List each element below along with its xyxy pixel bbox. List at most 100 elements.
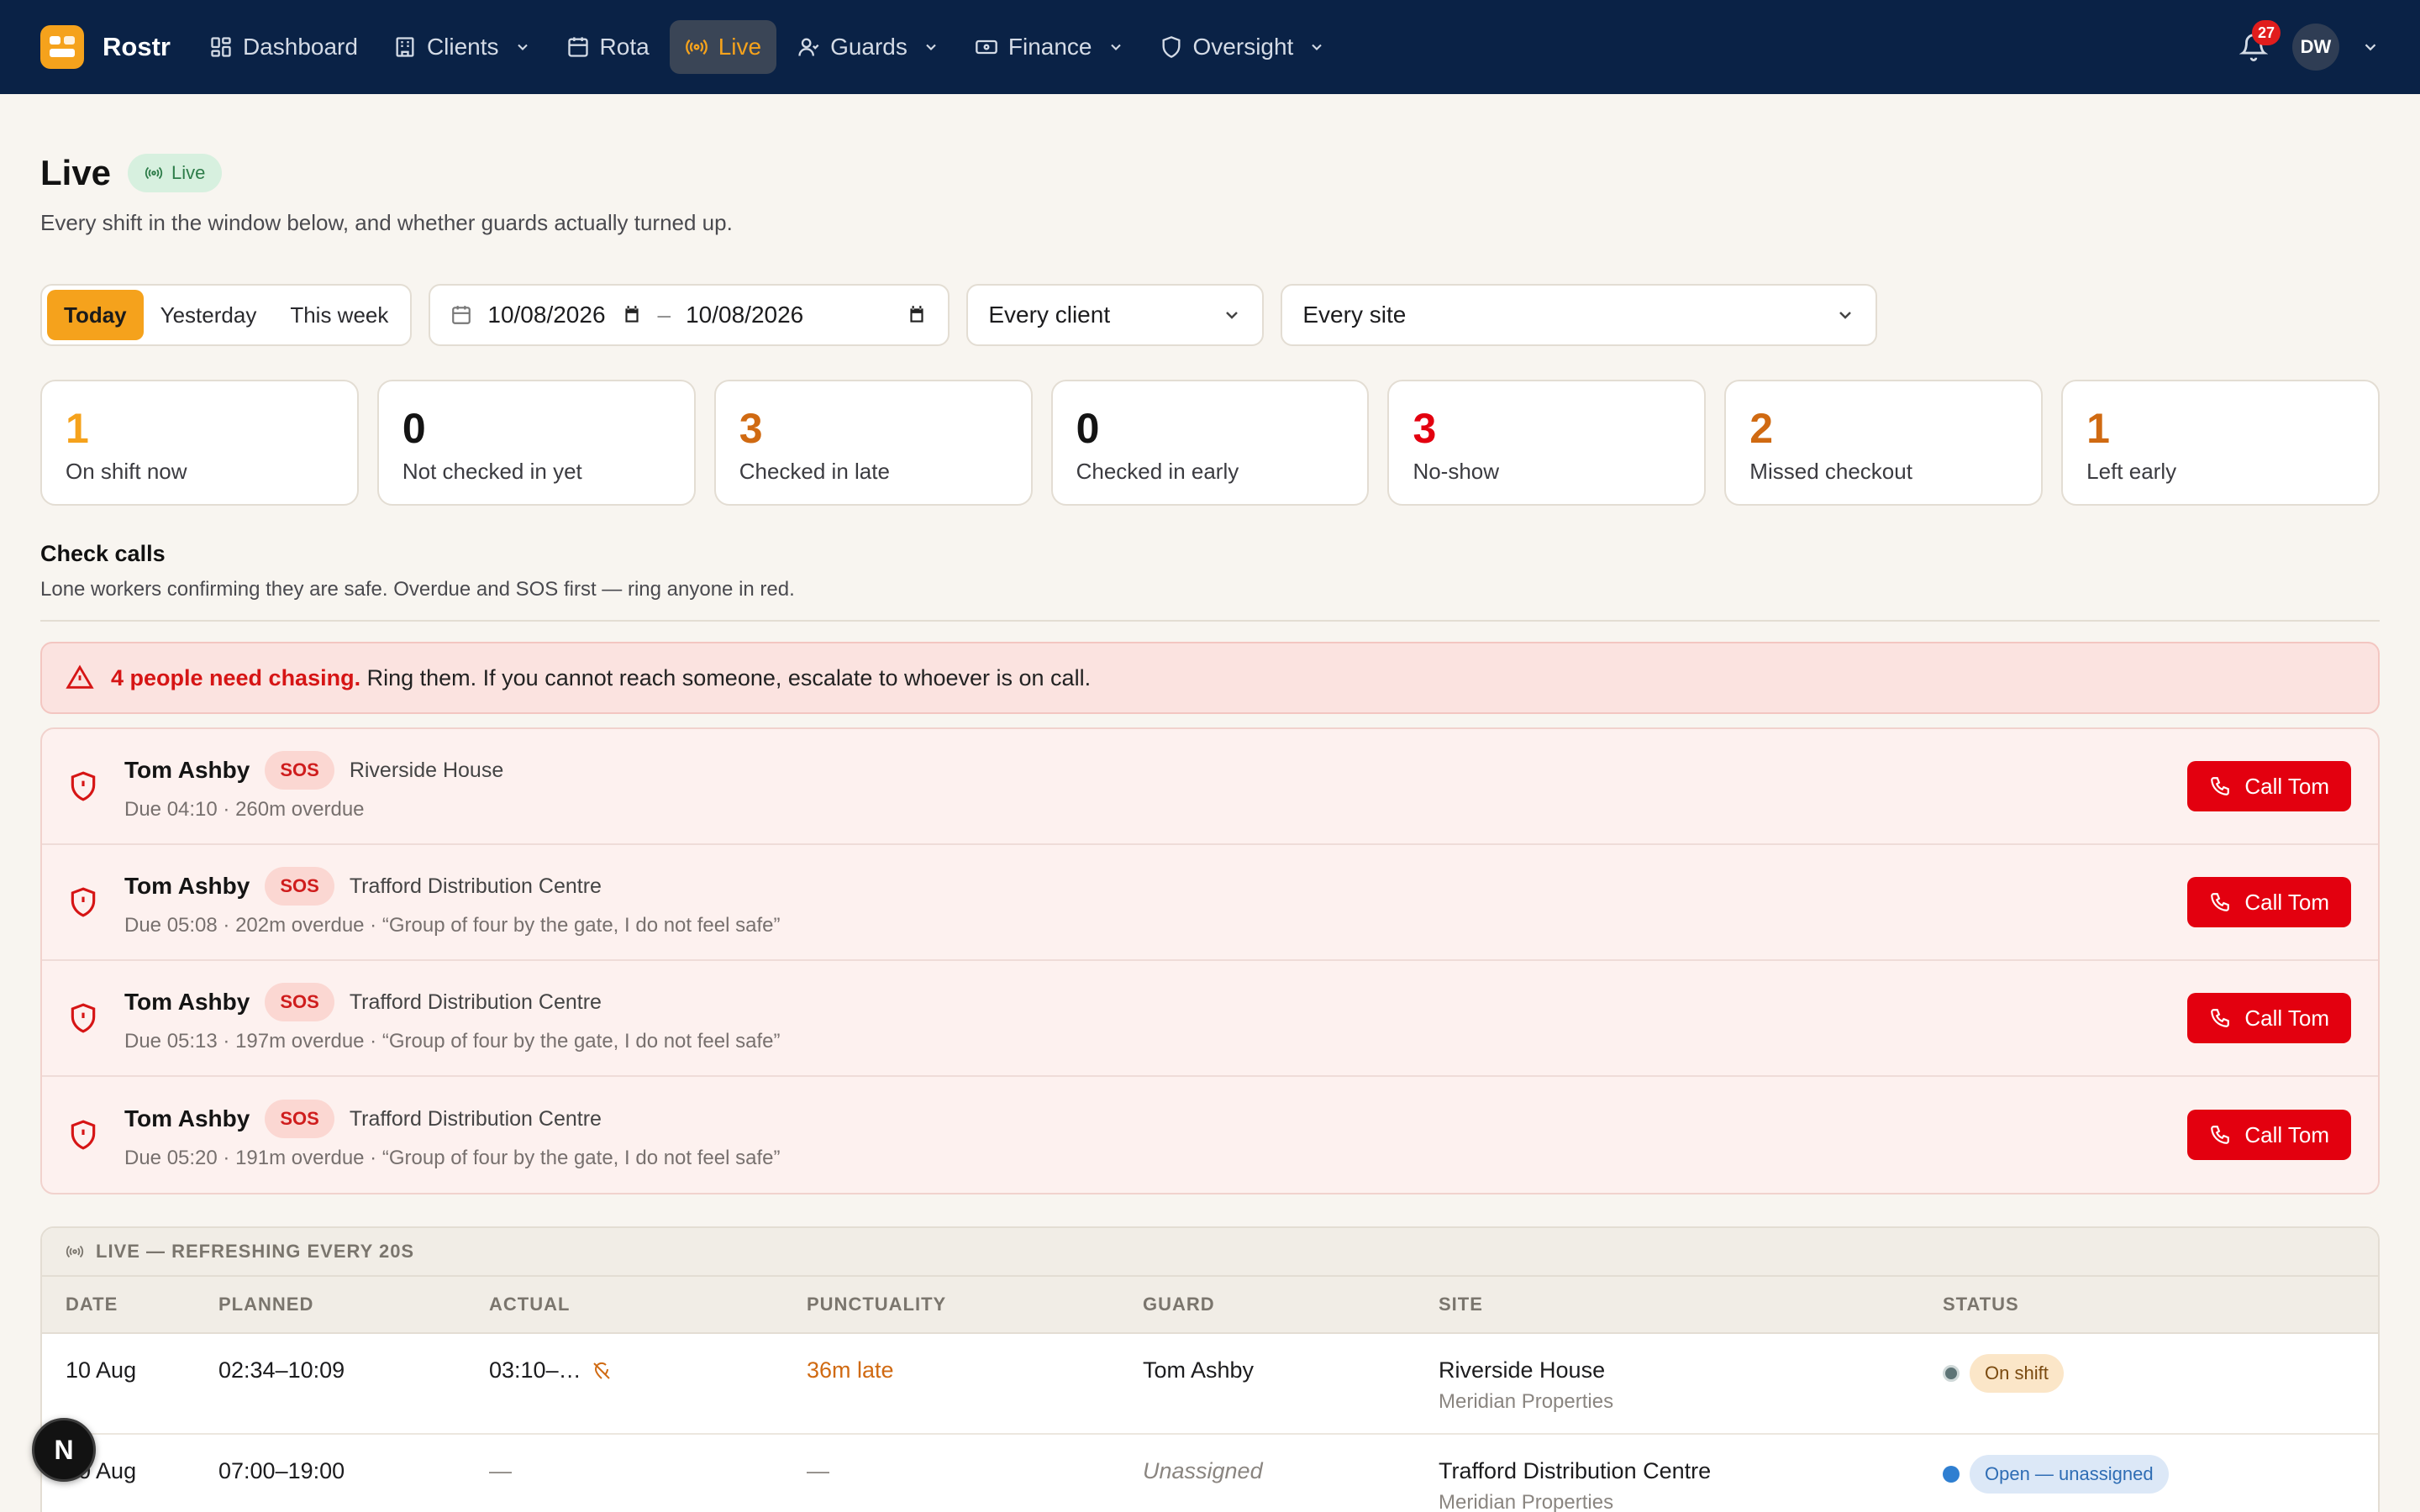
notification-count-badge: 27	[2252, 20, 2281, 45]
table-row[interactable]: 10 Aug 02:34–10:09 03:10–… 36m late Tom …	[42, 1334, 2378, 1435]
status-dot	[1943, 1365, 1960, 1382]
alert-body-text: Ring them. If you cannot reach someone, …	[360, 664, 1092, 690]
warning-icon	[66, 664, 94, 689]
stat-value: 1	[66, 405, 89, 452]
cell-guard: Tom Ashby	[1143, 1357, 1255, 1383]
stats-row: 1 On shift now 0 Not checked in yet 3 Check…	[40, 380, 2381, 506]
stat-card-checked-in-late[interactable]: 3 Checked in late	[713, 380, 1033, 506]
sos-row-header: Tom Ashby SOS Trafford Distribution Cent…	[124, 1100, 2187, 1138]
site-name: Riverside House	[349, 758, 504, 782]
stat-card-on-shift[interactable]: 1 On shift now	[40, 380, 359, 506]
stat-card-no-show[interactable]: 3 No-show	[1387, 380, 1707, 506]
dev-tools-button[interactable]: N	[32, 1418, 96, 1482]
call-guard-button[interactable]: Call Tom	[2187, 993, 2351, 1043]
calendar-picker-icon[interactable]	[906, 304, 928, 326]
guard-name: Tom Ashby	[124, 1105, 250, 1131]
cell-punctuality: —	[807, 1458, 829, 1483]
nav-item-oversight[interactable]: Oversight	[1144, 20, 1341, 74]
column-header-guard[interactable]: GUARD	[1143, 1294, 1439, 1315]
call-guard-button[interactable]: Call Tom	[2187, 761, 2351, 811]
sos-row-header: Tom Ashby SOS Trafford Distribution Cent…	[124, 867, 2187, 906]
chevron-down-icon	[517, 44, 528, 50]
table-header-row: DATE PLANNED ACTUAL PUNCTUALITY GUARD SI…	[42, 1277, 2378, 1334]
calendar-picker-icon[interactable]	[621, 304, 643, 326]
nav-item-dashboard[interactable]: Dashboard	[194, 20, 373, 74]
site-select[interactable]: Every site	[1281, 284, 1878, 346]
nav-item-rota[interactable]: Rota	[551, 20, 665, 74]
chevron-down-icon	[1839, 312, 1852, 319]
stat-label: Not checked in yet	[402, 459, 582, 484]
guard-name: Tom Ashby	[124, 989, 250, 1015]
building-icon	[396, 37, 414, 57]
cell-site: Riverside House Meridian Properties	[1439, 1357, 1943, 1414]
top-navbar: Rostr Dashboard Clients Rota Live Guards…	[0, 0, 2420, 94]
nav-item-live[interactable]: Live	[669, 20, 777, 74]
date-from-input[interactable]: 10/08/2026	[487, 302, 605, 328]
chevron-down-icon[interactable]	[2361, 38, 2380, 56]
cell-actual: —	[489, 1458, 512, 1483]
cell-site: Trafford Distribution Centre Meridian Pr…	[1439, 1458, 1943, 1512]
stat-value: 3	[739, 405, 763, 452]
date-to-input[interactable]: 10/08/2026	[686, 302, 803, 328]
sos-detail: Due 05:13 · 197m overdue · “Group of fou…	[124, 1030, 781, 1053]
stat-card-left-early[interactable]: 1 Left early	[2061, 380, 2381, 506]
shield-alert-icon	[71, 1120, 96, 1150]
client-name: Meridian Properties	[1439, 1491, 1614, 1512]
guard-name: Tom Ashby	[124, 757, 250, 783]
call-guard-button[interactable]: Call Tom	[2187, 877, 2351, 927]
nav-item-clients[interactable]: Clients	[378, 20, 546, 74]
column-header-punctuality[interactable]: PUNCTUALITY	[807, 1294, 1143, 1315]
column-header-actual[interactable]: ACTUAL	[489, 1294, 807, 1315]
column-header-date[interactable]: DATE	[42, 1294, 218, 1315]
sos-row-header: Tom Ashby SOS Riverside House	[124, 751, 2187, 790]
status-dot	[1943, 1466, 1960, 1483]
client-select[interactable]: Every client	[966, 284, 1265, 346]
cell-punctuality: 36m late	[807, 1357, 894, 1383]
cell-actual: 03:10–…	[489, 1357, 807, 1383]
sos-row-content: Tom Ashby SOS Riverside House Due 04:10 …	[124, 751, 2187, 822]
nav-item-guards[interactable]: Guards	[781, 20, 955, 74]
sos-detail: Due 04:10 · 260m overdue	[124, 798, 365, 821]
column-header-site[interactable]: SITE	[1439, 1294, 1943, 1315]
chevron-down-icon	[1312, 44, 1323, 50]
sos-row: Tom Ashby SOS Trafford Distribution Cent…	[42, 1077, 2378, 1193]
site-name: Trafford Distribution Centre	[1439, 1458, 1712, 1483]
calendar-icon	[567, 37, 588, 57]
stat-label: Missed checkout	[1749, 459, 1912, 484]
sos-row-content: Tom Ashby SOS Trafford Distribution Cent…	[124, 867, 2187, 937]
stat-label: No-show	[1413, 459, 1500, 484]
column-header-status[interactable]: STATUS	[1943, 1294, 2378, 1315]
stat-label: Checked in late	[739, 459, 890, 484]
range-yesterday[interactable]: Yesterday	[144, 290, 274, 340]
stat-card-checked-in-early[interactable]: 0 Checked in early	[1050, 380, 1370, 506]
stat-card-missed-checkout[interactable]: 2 Missed checkout	[1724, 380, 2044, 506]
location-off-icon	[592, 1362, 610, 1379]
brand-logo[interactable]: Rostr	[40, 25, 171, 69]
range-selector: Today Yesterday This week	[40, 284, 413, 346]
cell-planned: 07:00–19:00	[218, 1458, 345, 1483]
call-button-label: Call Tom	[2244, 1121, 2329, 1147]
stat-value: 2	[1749, 405, 1774, 452]
range-today[interactable]: Today	[47, 290, 144, 340]
client-name: Meridian Properties	[1439, 1390, 1614, 1413]
table-row[interactable]: 10 Aug 07:00–19:00 — — Unassigned Traffo…	[42, 1435, 2378, 1512]
check-calls-title: Check calls	[40, 541, 166, 566]
cell-status: On shift	[1943, 1354, 2378, 1393]
page-title: Live	[40, 153, 112, 192]
sos-row: Tom Ashby SOS Trafford Distribution Cent…	[42, 961, 2378, 1077]
shield-icon	[1162, 36, 1181, 58]
nav-item-finance[interactable]: Finance	[960, 20, 1139, 74]
nav-item-label: Guards	[830, 34, 908, 60]
cell-planned: 02:34–10:09	[218, 1357, 345, 1383]
stat-card-not-checked-in[interactable]: 0 Not checked in yet	[376, 380, 696, 506]
notifications-button[interactable]: 27	[2237, 20, 2281, 64]
phone-icon	[2211, 1009, 2230, 1027]
call-guard-button[interactable]: Call Tom	[2187, 1110, 2351, 1160]
column-header-planned[interactable]: PLANNED	[218, 1294, 489, 1315]
sos-badge: SOS	[265, 751, 334, 790]
chevron-down-icon	[1226, 312, 1239, 319]
user-avatar[interactable]: DW	[2292, 24, 2339, 71]
divider	[40, 620, 2380, 622]
range-this-week[interactable]: This week	[273, 290, 405, 340]
stat-value: 1	[2086, 405, 2110, 452]
